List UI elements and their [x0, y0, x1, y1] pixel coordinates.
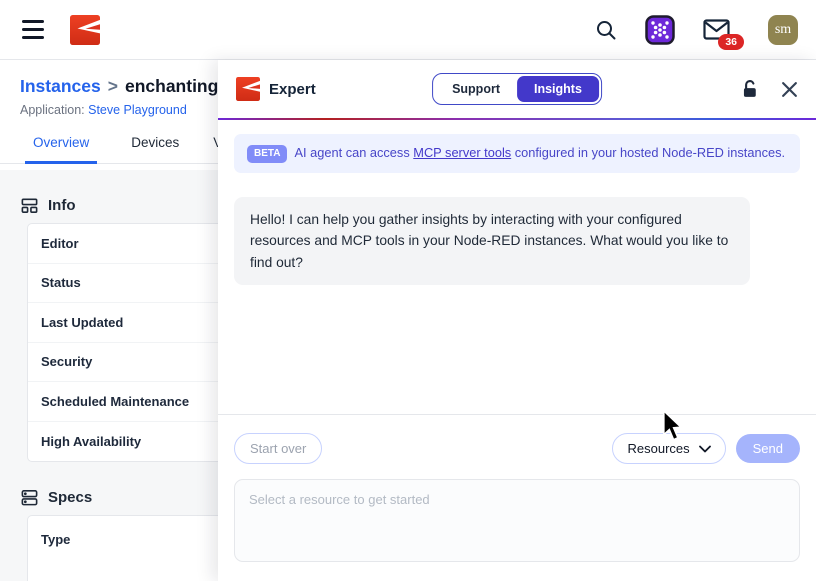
specs-server-icon: [20, 488, 39, 507]
start-over-button[interactable]: Start over: [234, 433, 322, 464]
resources-dropdown-label: Resources: [627, 441, 689, 456]
beta-banner: BETA AI agent can access MCP server tools…: [234, 134, 800, 173]
chat-footer: Start over Resources Send: [218, 414, 816, 581]
tab-support[interactable]: Support: [435, 76, 517, 102]
beta-text-before: AI agent can access: [294, 145, 413, 160]
assistant-message: Hello! I can help you gather insights by…: [234, 197, 750, 285]
breadcrumb-instance-name: enchanting-: [125, 76, 224, 96]
chat-messages-area: BETA AI agent can access MCP server tools…: [218, 120, 816, 414]
tab-insights[interactable]: Insights: [517, 76, 599, 102]
application-name-link[interactable]: Steve Playground: [88, 103, 187, 117]
chat-input[interactable]: [234, 479, 800, 562]
flowfuse-logo-icon: [70, 15, 100, 45]
search-icon[interactable]: [595, 19, 617, 41]
resources-dropdown[interactable]: Resources: [612, 433, 725, 464]
send-button[interactable]: Send: [736, 434, 800, 463]
mcp-server-tools-link[interactable]: MCP server tools: [413, 145, 511, 160]
expert-panel-header: Expert Support Insights: [218, 60, 816, 118]
unread-count-badge: 36: [718, 34, 744, 50]
expert-mode-toggle: Support Insights: [432, 73, 602, 105]
specs-section-title: Specs: [48, 489, 92, 506]
top-navbar: 36 sm: [0, 0, 816, 60]
beta-badge: BETA: [247, 145, 287, 163]
beta-text-after: configured in your hosted Node-RED insta…: [511, 145, 785, 160]
info-section-title: Info: [48, 197, 76, 214]
flowfuse-logo[interactable]: [70, 15, 100, 45]
expert-panel: Expert Support Insights BETA AI agent can…: [218, 60, 816, 581]
info-grid-icon: [20, 196, 39, 215]
application-label: Application:: [20, 103, 85, 117]
expert-title: Expert: [236, 77, 316, 101]
breadcrumb-instances-link[interactable]: Instances: [20, 76, 101, 96]
expert-flowfuse-icon: [236, 77, 260, 101]
expert-title-label: Expert: [269, 81, 316, 98]
breadcrumb-separator: >: [108, 76, 118, 96]
admin-apps-icon[interactable]: [645, 15, 675, 45]
tab-overview[interactable]: Overview: [25, 135, 97, 164]
tab-devices[interactable]: Devices: [131, 135, 179, 163]
user-avatar[interactable]: sm: [768, 15, 798, 45]
chevron-down-icon: [699, 445, 711, 453]
close-icon[interactable]: [781, 81, 798, 98]
notifications-mail-icon[interactable]: 36: [703, 19, 730, 40]
hamburger-menu-icon[interactable]: [18, 16, 48, 43]
unlock-icon[interactable]: [740, 78, 761, 100]
